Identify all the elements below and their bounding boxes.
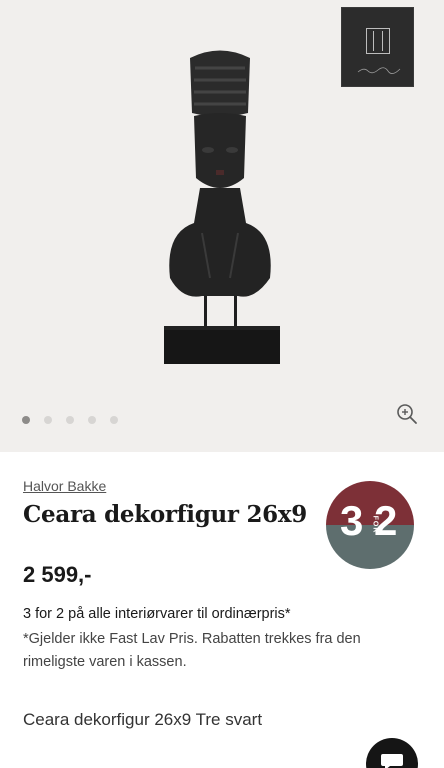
three-for-two-badge: 3 FOR 2 <box>326 481 414 569</box>
brand-link[interactable]: Halvor Bakke <box>23 478 106 494</box>
slide-dot-2[interactable] <box>44 416 52 424</box>
promo-headline: 3 for 2 på alle interiørvarer til ordinæ… <box>23 606 291 622</box>
badge-number-right: 2 <box>374 497 398 544</box>
badge-number-left: 3 <box>340 497 364 544</box>
promo-note: *Gjelder ikke Fast Lav Pris. Rabatten tr… <box>23 631 361 670</box>
slide-dot-1[interactable] <box>22 416 30 424</box>
brand-logo <box>341 7 414 87</box>
product-variant: Ceara dekorfigur 26x9 Tre svart <box>23 710 263 729</box>
zoom-in-icon[interactable] <box>395 402 419 426</box>
slide-indicators <box>22 416 118 424</box>
product-image-gallery[interactable] <box>0 0 444 452</box>
logo-signature <box>357 67 401 74</box>
slide-dot-5[interactable] <box>110 416 118 424</box>
product-image[interactable] <box>150 38 290 368</box>
slide-dot-3[interactable] <box>66 416 74 424</box>
logo-monogram <box>366 28 390 54</box>
product-price: 2 599,- <box>23 562 92 587</box>
chat-button[interactable] <box>366 738 418 768</box>
slide-dot-4[interactable] <box>88 416 96 424</box>
product-title: Ceara dekorfigur 26x9 <box>23 501 307 528</box>
chat-icon <box>381 754 403 768</box>
